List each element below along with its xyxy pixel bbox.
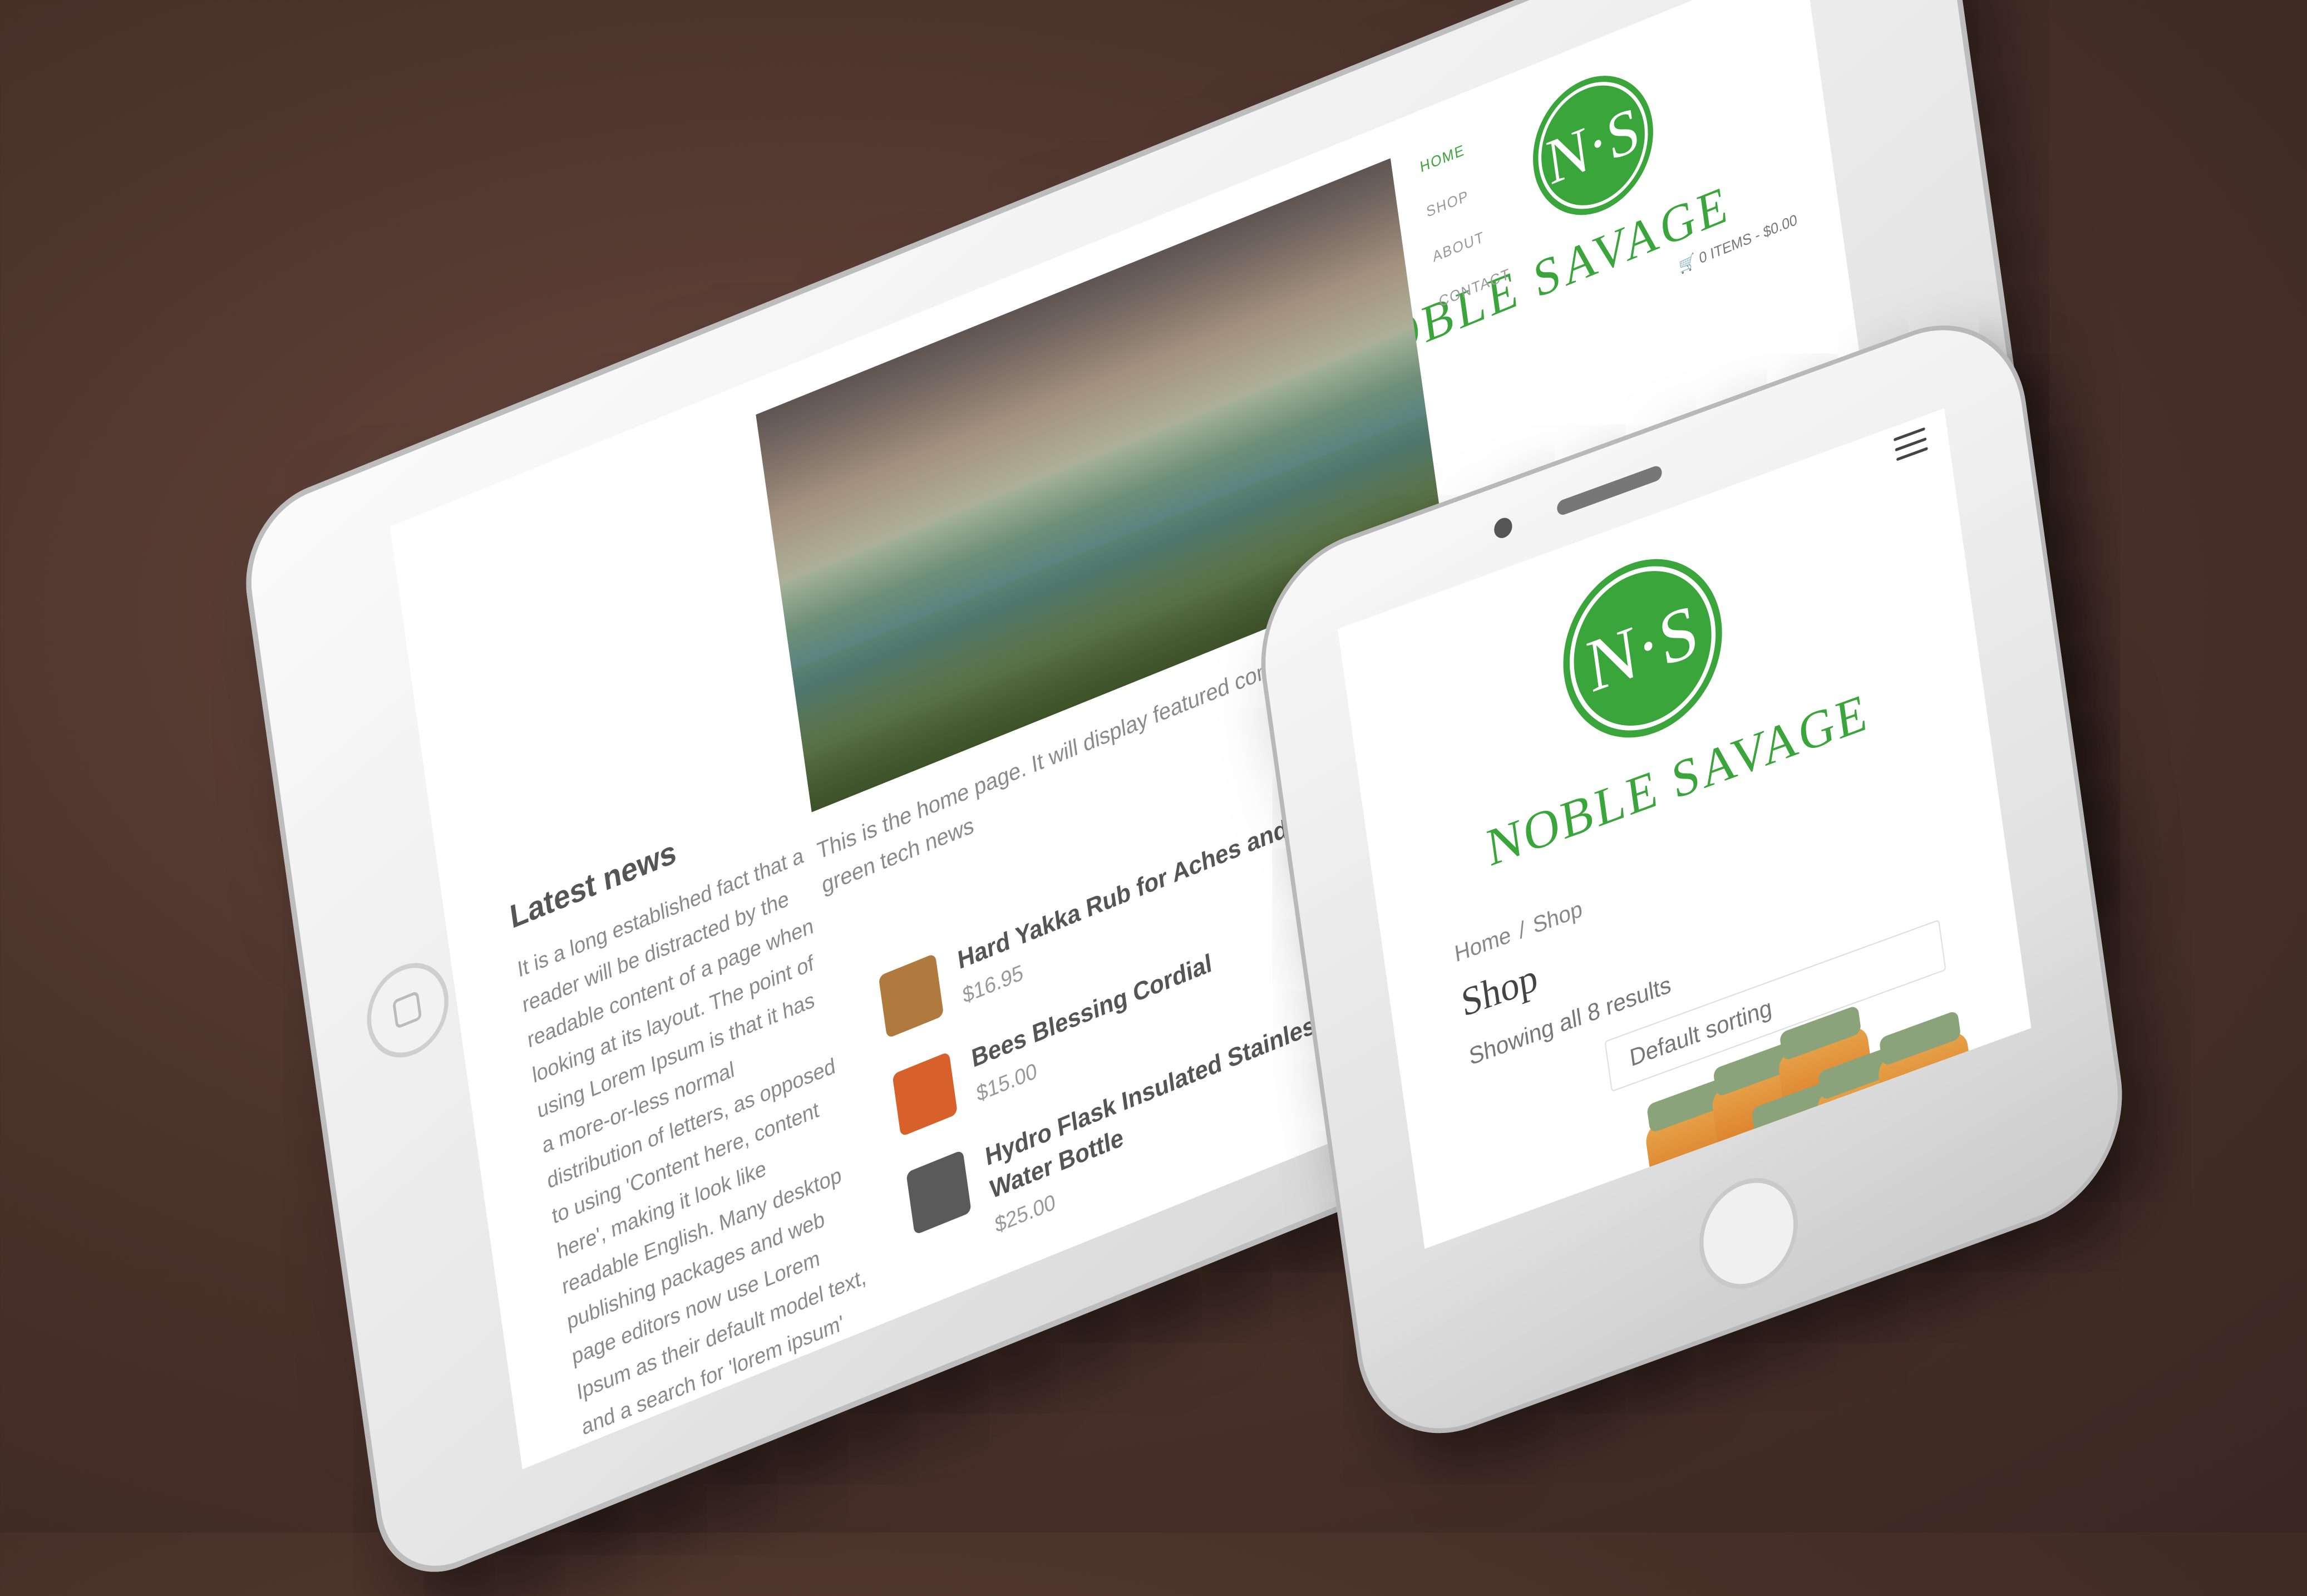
phone-speaker (1556, 464, 1663, 517)
product-thumbnail[interactable] (892, 1051, 958, 1137)
phone-home-button[interactable] (1692, 1163, 1805, 1304)
breadcrumb-current: Shop (1531, 896, 1584, 939)
phone-screen: N·S NOBLE SAVAGE Home / Shop Shop Showing … (1337, 408, 2032, 1249)
site-logo[interactable]: N·S (1552, 535, 1733, 762)
breadcrumb-home[interactable]: Home (1453, 922, 1512, 967)
tablet-home-button[interactable] (361, 949, 455, 1071)
latest-news-body: It is a long established fact that a rea… (516, 843, 873, 1470)
nav-about[interactable]: ABOUT (1432, 220, 1505, 266)
breadcrumb: Home / Shop (1453, 896, 1584, 968)
product-thumbnail[interactable] (878, 953, 944, 1039)
phone-camera (1492, 515, 1514, 541)
main-nav: HOME SHOP ABOUT CONTACT (1419, 130, 1511, 311)
nav-home[interactable]: HOME (1419, 130, 1492, 176)
nav-shop[interactable]: SHOP (1425, 175, 1498, 221)
breadcrumb-separator: / (1517, 917, 1527, 944)
hamburger-menu-icon[interactable] (1893, 427, 1928, 461)
page-title: Shop (1458, 955, 1540, 1026)
product-thumbnail[interactable] (906, 1150, 972, 1235)
device-mockup-scene: N·S NOBLE SAVAGE HOME SHOP ABOUT CONTACT… (0, 0, 2307, 1596)
